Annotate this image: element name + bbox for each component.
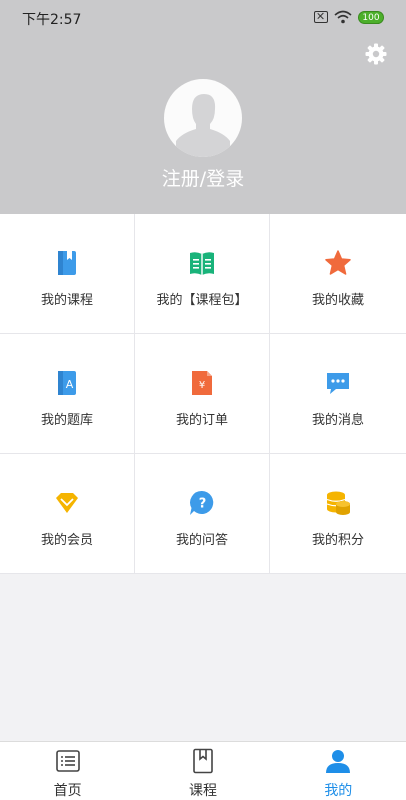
grid-item-my-points[interactable]: 我的积分: [270, 454, 406, 574]
svg-text:¥: ¥: [199, 380, 205, 391]
grid-item-label: 我的订单: [175, 413, 228, 428]
grid-item-my-orders[interactable]: ¥ 我的订单: [135, 334, 270, 454]
tab-label: 首页: [53, 783, 82, 799]
grid-item-label: 我的题库: [40, 413, 93, 428]
grid-item-my-question-bank[interactable]: A 我的题库: [0, 334, 135, 454]
battery-icon: 100: [358, 10, 384, 24]
points-coins-icon: [326, 491, 350, 515]
question-bank-icon: A: [58, 371, 76, 395]
star-icon: [325, 250, 351, 275]
no-sim-icon: [314, 11, 328, 23]
grid-item-my-messages[interactable]: 我的消息: [270, 334, 406, 454]
profile-icon: [326, 750, 351, 773]
home-list-icon: [55, 750, 80, 772]
course-book-icon: [58, 251, 76, 275]
grid-item-label: 我的积分: [311, 533, 364, 548]
grid-item-my-qa[interactable]: ? 我的问答: [135, 454, 270, 574]
question-answer-icon: ?: [190, 490, 214, 515]
status-time: 下午2:57: [22, 12, 82, 28]
default-avatar-icon: [176, 94, 230, 157]
svg-text:?: ?: [199, 497, 207, 512]
member-diamond-icon: [56, 493, 78, 513]
tab-mine[interactable]: 我的: [271, 742, 406, 800]
svg-text:A: A: [66, 378, 74, 391]
grid-item-my-courses[interactable]: 我的课程: [0, 214, 135, 334]
tab-home[interactable]: 首页: [0, 742, 135, 800]
grid-item-my-membership[interactable]: 我的会员: [0, 454, 135, 574]
order-icon: ¥: [192, 371, 212, 395]
bottom-tab-bar: 首页 课程 我的: [0, 741, 406, 800]
grid-item-label: 我的问答: [175, 533, 228, 548]
grid-item-label: 我的消息: [311, 413, 364, 428]
message-icon: [327, 373, 349, 394]
course-package-icon: [190, 252, 214, 275]
function-grid: 我的课程 我的【课程包】 我的收藏 A 我的题库 ¥ 我的订单 我的消息 我的会…: [0, 214, 406, 574]
grid-item-label: 我的课程: [40, 293, 93, 308]
tab-courses[interactable]: 课程: [135, 742, 270, 800]
grid-item-label: 我的会员: [40, 533, 93, 548]
grid-item-my-course-package[interactable]: 我的【课程包】: [135, 214, 270, 334]
register-login-link[interactable]: 注册/登录: [0, 164, 406, 191]
profile-header: 注册/登录: [0, 36, 406, 214]
settings-gear-icon[interactable]: [364, 42, 388, 66]
status-bar: 下午2:57 100: [0, 0, 406, 36]
avatar[interactable]: [164, 79, 242, 157]
tab-label: 我的: [324, 783, 353, 799]
status-icons: 100: [314, 10, 384, 24]
grid-item-my-favorites[interactable]: 我的收藏: [270, 214, 406, 334]
tab-label: 课程: [188, 783, 217, 799]
wifi-icon: [334, 10, 352, 24]
grid-item-label: 我的【课程包】: [156, 293, 248, 308]
course-tab-icon: [193, 748, 213, 774]
grid-item-label: 我的收藏: [311, 293, 364, 308]
